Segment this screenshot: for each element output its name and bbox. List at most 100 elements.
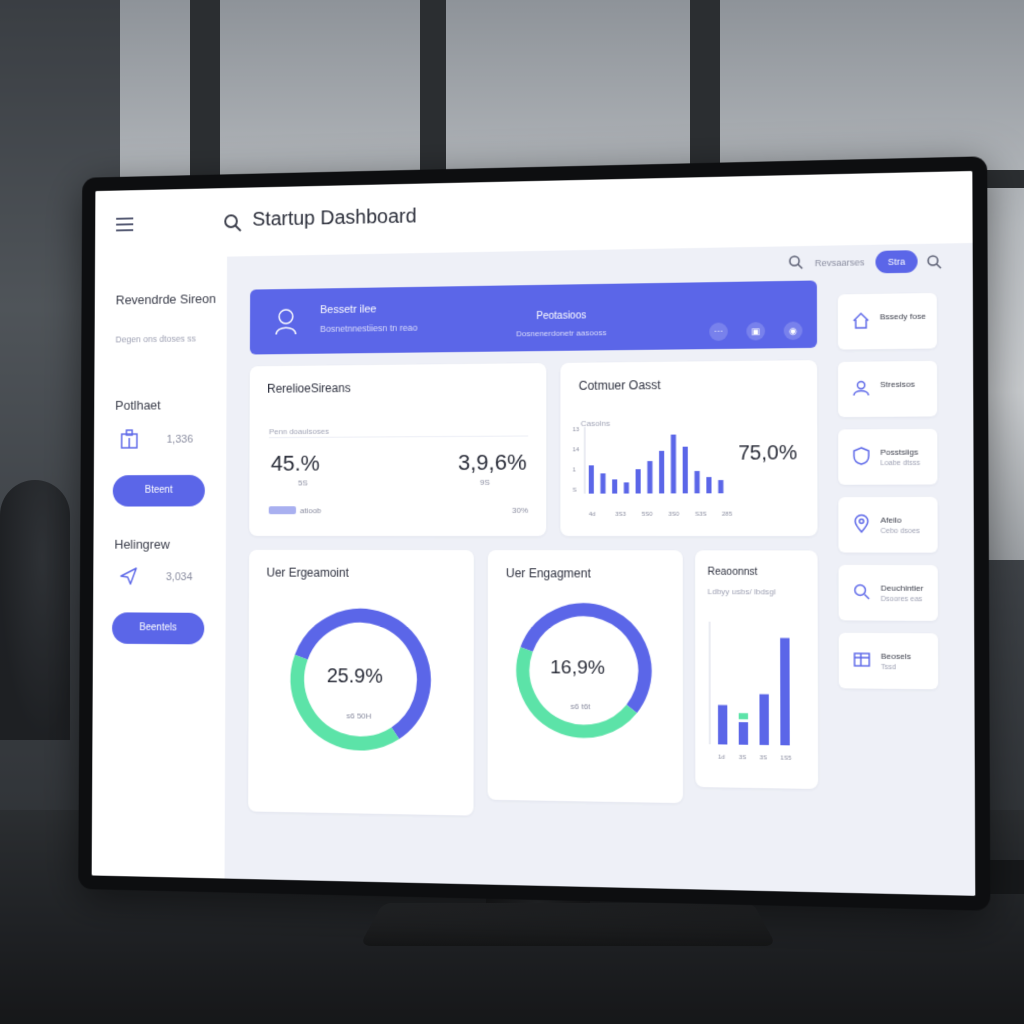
bar — [670, 434, 677, 494]
shield-icon[interactable]: ◉ — [783, 321, 803, 341]
bar — [759, 694, 769, 746]
bar — [706, 477, 712, 494]
bar-accent — [738, 713, 749, 720]
side-card-title: Stresisos — [880, 379, 915, 390]
side-card[interactable]: Posstsiigs Loabe dtsss — [838, 428, 938, 485]
shield-icon — [851, 446, 872, 467]
side-card-subtitle: Tssd — [880, 663, 897, 672]
bar — [780, 637, 790, 746]
card-subtitle: Ldbyy usbs/ lbdsgl — [707, 587, 776, 597]
subbar-label[interactable]: Revsaarses — [815, 257, 865, 268]
x-tick-label: 285 — [722, 512, 733, 518]
metric-value: 3,9,6% — [457, 449, 527, 475]
screen: Startup Dashboard Revendrde Sireon Degen… — [91, 170, 976, 896]
side-card-subtitle: Cebo dsoes — [880, 527, 920, 536]
y-tick-label: 13 — [573, 427, 580, 433]
user-engagement-card: Uer Ergeamoint 25.9% s6 50H — [248, 549, 474, 816]
lock-icon[interactable]: ▣ — [746, 321, 766, 341]
donut-value: 25.9% — [326, 665, 383, 688]
location-icon — [851, 513, 872, 534]
x-tick-label: 1d — [718, 755, 725, 761]
bar — [612, 479, 618, 494]
donut-value: 16,9% — [550, 657, 605, 679]
bar — [600, 473, 606, 494]
metric-subvalue: 5S — [298, 478, 308, 488]
side-card-title: Beosels — [880, 651, 912, 662]
metric-value: 45.% — [270, 450, 320, 476]
card-title: Cotmuer Oasst — [578, 377, 661, 393]
search-icon[interactable] — [223, 213, 242, 233]
bar — [718, 480, 724, 494]
bar — [623, 482, 629, 494]
y-tick-label: 1 — [573, 467, 576, 473]
side-card-title: Afeilo — [880, 515, 902, 525]
bar — [717, 704, 728, 745]
revenue-bars-card: Reaoonnst Ldbyy usbs/ lbdsgl 1d 3S 3S 1S5 — [695, 550, 819, 790]
sidebar: Revendrde Sireon Degen ons dtoses ss Pot… — [91, 256, 228, 879]
sidebar-section-title: Potlhaet — [115, 397, 161, 413]
sidebar-button[interactable]: Bteent — [112, 474, 205, 507]
card-subtitle: Penn doaulsoses — [268, 426, 329, 437]
banner-subtitle: Bosnetnnestiiesn tn reao — [320, 322, 418, 334]
sidebar-section-title: Helingrew — [114, 536, 170, 552]
search-icon[interactable] — [788, 254, 805, 271]
side-card[interactable]: Bssedy fose — [837, 292, 937, 350]
sidebar-value: 1,336 — [166, 433, 194, 446]
bar — [659, 450, 665, 494]
bar — [694, 470, 700, 494]
side-card[interactable]: Beosels Tssd — [838, 632, 939, 690]
progress-indicator — [268, 506, 297, 515]
x-tick-label: 3S — [760, 755, 768, 761]
side-card-title: Posstsiigs — [880, 447, 919, 457]
revenue-streams-card: RerelioeSireans Penn doaulsoses 45.% 5S … — [249, 363, 547, 537]
banner-center-title: Peotasioos — [536, 310, 587, 323]
user-engagement-card: Uer Engagment 16,9% s6 t6t — [487, 550, 683, 804]
home-icon — [850, 310, 871, 331]
bar — [738, 722, 749, 745]
customer-cost-card: Cotmuer Oasst Casolns 13 14 1 S 4d 3S3 5S0 3S0 S… — [560, 360, 818, 537]
x-tick-label: 3S — [739, 755, 747, 761]
x-tick-label: 3S0 — [668, 512, 680, 518]
card-footer-value: 30% — [512, 505, 529, 515]
bar — [588, 465, 594, 494]
user-icon — [273, 307, 298, 337]
banner[interactable]: Bessetr ilee Bosnetnnestiiesn tn reao Pe… — [249, 280, 818, 355]
sidebar-button[interactable]: Beentels — [111, 612, 205, 645]
table-icon — [851, 649, 872, 670]
side-card[interactable]: Deuchintier Dsoores eas — [838, 564, 938, 621]
bar — [647, 461, 653, 494]
x-tick-label: 3S3 — [615, 512, 627, 518]
metric-subvalue: 9S — [479, 477, 490, 487]
side-card-title: Deuchintier — [880, 583, 924, 593]
side-card[interactable]: Stresisos — [838, 360, 938, 418]
side-card-subtitle: Dsoores eas — [880, 595, 923, 604]
card-footer-label: atioob — [299, 506, 322, 516]
main-content: Revsaarses Stra Bessetr ilee Bosnetnnest… — [224, 242, 976, 896]
x-tick-label: 5S0 — [642, 512, 654, 518]
subbar-button[interactable]: Stra — [875, 250, 918, 274]
building-icon — [119, 428, 140, 450]
background-person — [0, 480, 70, 740]
x-tick-label: 4d — [589, 512, 596, 518]
donut-subvalue: s6 50H — [346, 711, 372, 721]
divider — [268, 435, 529, 439]
card-title: RerelioeSireans — [267, 381, 351, 396]
card-title: Uer Engagment — [505, 566, 591, 581]
y-tick-label: S — [573, 488, 577, 494]
x-tick-label: S3S — [695, 512, 707, 518]
y-tick-label: 14 — [573, 447, 580, 453]
card-title: Uer Ergeamoint — [266, 565, 349, 580]
sidebar-value: 3,034 — [165, 571, 193, 584]
monitor: Startup Dashboard Revendrde Sireon Degen… — [78, 156, 991, 911]
metric-value: 75,0% — [738, 441, 798, 465]
search-icon — [851, 581, 872, 602]
more-icon[interactable]: ⋯ — [709, 322, 728, 341]
bar — [635, 469, 641, 494]
sidebar-section-subtitle: Degen ons dtoses ss — [115, 333, 196, 345]
page-title: Startup Dashboard — [252, 205, 417, 231]
customer-cost-chart: 13 14 1 S 4d 3S3 5S0 3S0 S3S 285 — [573, 422, 733, 518]
side-card[interactable]: Afeilo Cebo dsoes — [838, 496, 938, 553]
menu-icon[interactable] — [116, 217, 134, 232]
search-icon[interactable] — [926, 254, 943, 271]
sidebar-section-title: Revendrde Sireon — [115, 291, 217, 308]
